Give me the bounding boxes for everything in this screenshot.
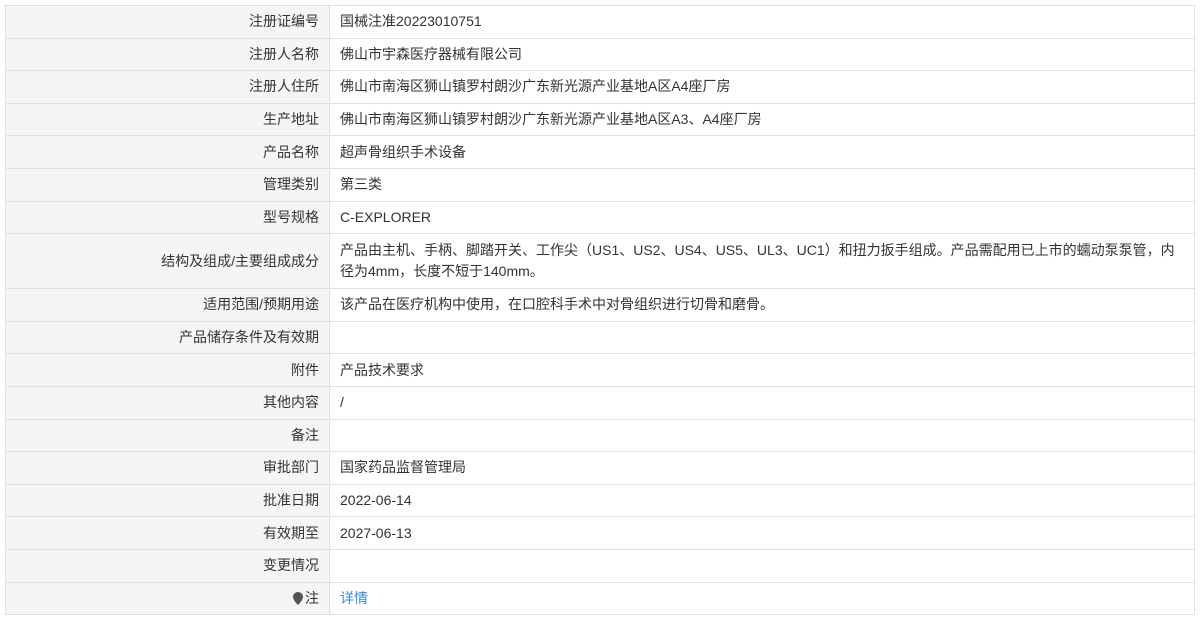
structure-composition-value: 产品由主机、手柄、脚踏开关、工作尖（US1、US2、US4、US5、UL3、UC… <box>330 234 1194 289</box>
row-management-category: 管理类别 第三类 <box>6 168 1194 202</box>
row-registration-number: 注册证编号 国械注准20223010751 <box>6 6 1194 39</box>
row-structure-composition: 结构及组成/主要组成成分 产品由主机、手柄、脚踏开关、工作尖（US1、US2、U… <box>6 234 1194 290</box>
intended-use-value: 该产品在医疗机构中使用，在口腔科手术中对骨组织进行切骨和磨骨。 <box>330 289 1194 321</box>
attachments-label: 附件 <box>6 354 330 386</box>
registrant-name-text: 佛山市宇森医疗器械有限公司 <box>340 45 522 62</box>
row-note: 注 详情 <box>6 582 1194 616</box>
row-registrant-name: 注册人名称 佛山市宇森医疗器械有限公司 <box>6 38 1194 72</box>
row-registrant-address: 注册人住所 佛山市南海区狮山镇罗村朗沙广东新光源产业基地A区A4座厂房 <box>6 71 1194 104</box>
production-address-label: 生产地址 <box>6 103 330 136</box>
model-spec-value: C-EXPLORER <box>330 201 1194 234</box>
product-name-text: 超声骨组织手术设备 <box>340 143 466 160</box>
other-content-label: 其他内容 <box>6 386 330 419</box>
model-spec-label: 型号规格 <box>6 201 330 234</box>
other-content-text: / <box>340 394 344 411</box>
structure-composition-label: 结构及组成/主要组成成分 <box>6 234 330 289</box>
details-link[interactable]: 详情 <box>340 588 368 609</box>
row-change-status: 变更情况 <box>6 549 1194 583</box>
registration-info-table: 注册证编号 国械注准20223010751 注册人名称 佛山市宇森医疗器械有限公… <box>5 5 1195 616</box>
model-spec-text: C-EXPLORER <box>340 208 432 225</box>
row-other-content: 其他内容 / <box>6 386 1194 420</box>
row-remarks: 备注 <box>6 419 1194 453</box>
valid-until-text: 2027-06-13 <box>340 524 412 541</box>
row-valid-until: 有效期至 2027-06-13 <box>6 517 1194 550</box>
registration-number-value: 国械注准20223010751 <box>330 6 1194 38</box>
map-pin-icon <box>293 591 303 605</box>
attachments-value: 产品技术要求 <box>330 354 1194 386</box>
management-category-text: 第三类 <box>340 176 382 193</box>
valid-until-label: 有效期至 <box>6 517 330 549</box>
change-status-label: 变更情况 <box>6 549 330 582</box>
attachments-text: 产品技术要求 <box>340 361 424 378</box>
registration-number-text: 国械注准20223010751 <box>340 13 482 30</box>
registrant-address-text: 佛山市南海区狮山镇罗村朗沙广东新光源产业基地A区A4座厂房 <box>340 78 731 95</box>
row-approval-date: 批准日期 2022-06-14 <box>6 484 1194 518</box>
product-name-value: 超声骨组织手术设备 <box>330 136 1194 168</box>
approval-date-value: 2022-06-14 <box>330 484 1194 517</box>
storage-conditions-label: 产品储存条件及有效期 <box>6 321 330 354</box>
approval-date-text: 2022-06-14 <box>340 492 412 509</box>
production-address-text: 佛山市南海区狮山镇罗村朗沙广东新光源产业基地A区A3、A4座厂房 <box>340 111 762 128</box>
approval-date-label: 批准日期 <box>6 484 330 517</box>
production-address-value: 佛山市南海区狮山镇罗村朗沙广东新光源产业基地A区A3、A4座厂房 <box>330 103 1194 136</box>
approval-department-value: 国家药品监督管理局 <box>330 452 1194 484</box>
row-attachments: 附件 产品技术要求 <box>6 354 1194 387</box>
storage-conditions-value <box>330 321 1194 354</box>
registrant-name-value: 佛山市宇森医疗器械有限公司 <box>330 38 1194 71</box>
registrant-name-label: 注册人名称 <box>6 38 330 71</box>
management-category-value: 第三类 <box>330 168 1194 201</box>
registration-number-label: 注册证编号 <box>6 6 330 38</box>
note-label: 注 <box>305 589 319 606</box>
management-category-label: 管理类别 <box>6 168 330 201</box>
other-content-value: / <box>330 386 1194 419</box>
row-product-name: 产品名称 超声骨组织手术设备 <box>6 136 1194 169</box>
approval-department-label: 审批部门 <box>6 452 330 484</box>
registrant-address-value: 佛山市南海区狮山镇罗村朗沙广东新光源产业基地A区A4座厂房 <box>330 71 1194 103</box>
row-approval-department: 审批部门 国家药品监督管理局 <box>6 452 1194 485</box>
intended-use-label: 适用范围/预期用途 <box>6 289 330 321</box>
remarks-label: 备注 <box>6 419 330 452</box>
product-name-label: 产品名称 <box>6 136 330 168</box>
valid-until-value: 2027-06-13 <box>330 517 1194 549</box>
remarks-value <box>330 419 1194 452</box>
note-value-cell: 详情 <box>330 582 1194 615</box>
change-status-value <box>330 549 1194 582</box>
row-storage-conditions: 产品储存条件及有效期 <box>6 321 1194 355</box>
registrant-address-label: 注册人住所 <box>6 71 330 103</box>
row-intended-use: 适用范围/预期用途 该产品在医疗机构中使用，在口腔科手术中对骨组织进行切骨和磨骨… <box>6 289 1194 322</box>
approval-department-text: 国家药品监督管理局 <box>340 459 466 476</box>
structure-composition-text: 产品由主机、手柄、脚踏开关、工作尖（US1、US2、US4、US5、UL3、UC… <box>340 242 1175 280</box>
row-production-address: 生产地址 佛山市南海区狮山镇罗村朗沙广东新光源产业基地A区A3、A4座厂房 <box>6 103 1194 137</box>
row-model-spec: 型号规格 C-EXPLORER <box>6 201 1194 235</box>
intended-use-text: 该产品在医疗机构中使用，在口腔科手术中对骨组织进行切骨和磨骨。 <box>340 296 774 313</box>
note-label-cell: 注 <box>6 582 330 615</box>
